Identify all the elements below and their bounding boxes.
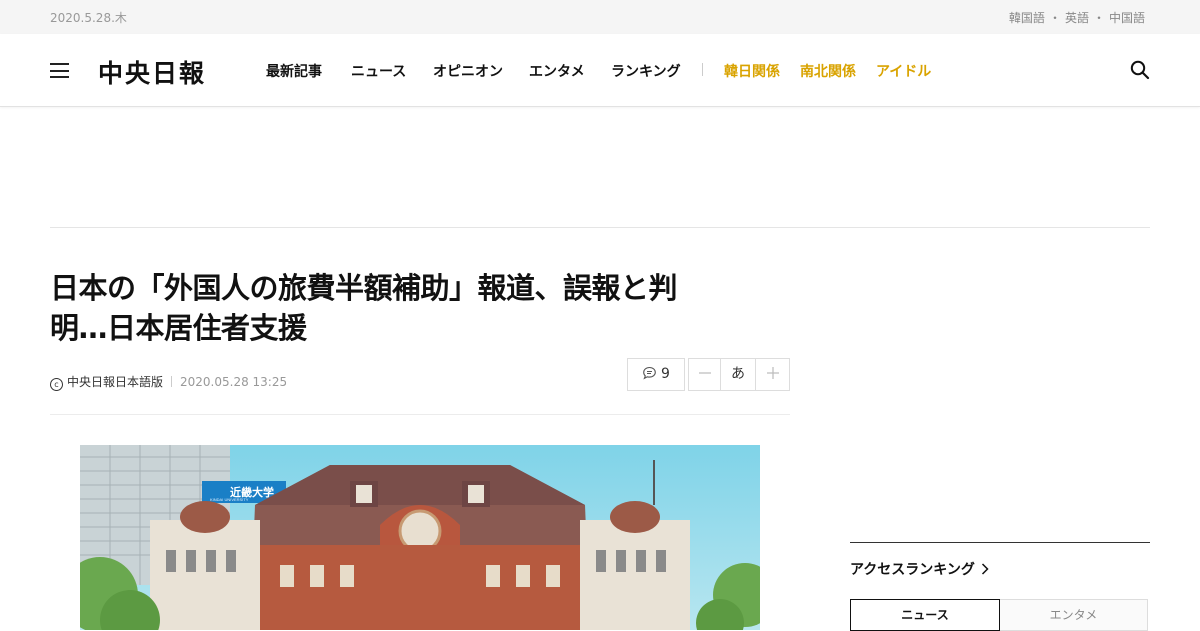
article-title-line1: 日本の「外国人の旅費半額補助」報道、誤報と判 bbox=[50, 271, 678, 305]
ranking-tabs: ニュース エンタメ bbox=[850, 599, 1150, 631]
lang-separator: ・ bbox=[1092, 11, 1105, 25]
nav-item-opinion[interactable]: オピニオン bbox=[433, 61, 503, 81]
comment-icon bbox=[643, 366, 656, 380]
site-logo[interactable]: 中央日報 bbox=[98, 54, 206, 90]
nav-item-north-south[interactable]: 南北関係 bbox=[800, 61, 856, 81]
article-title: 日本の「外国人の旅費半額補助」報道、誤報と判 明…日本居住者支援 bbox=[50, 268, 770, 348]
lang-link-english[interactable]: 英語 bbox=[1065, 11, 1089, 25]
nav-item-idol[interactable]: アイドル bbox=[876, 61, 931, 81]
nav-item-korea-japan[interactable]: 韓日関係 bbox=[724, 61, 780, 81]
top-utility-bar: 2020.5.28.木 韓国語・英語・中国語 bbox=[0, 0, 1200, 34]
ad-area-divider bbox=[50, 227, 1150, 228]
lang-separator: ・ bbox=[1048, 11, 1061, 25]
site-header: 中央日報 最新記事 ニュース オピニオン エンタメ ランキング 韓日関係 南北関… bbox=[0, 34, 1200, 107]
chevron-right-icon bbox=[981, 562, 989, 578]
language-links: 韓国語・英語・中国語 bbox=[1009, 9, 1145, 26]
comment-count: 9 bbox=[661, 366, 670, 382]
nav-divider bbox=[702, 63, 703, 76]
nav-item-entertainment[interactable]: エンタメ bbox=[529, 61, 585, 81]
article-byline: c 中央日報日本語版 2020.05.28 13:25 bbox=[50, 373, 287, 391]
nav-item-latest[interactable]: 最新記事 bbox=[266, 61, 322, 81]
minus-icon bbox=[698, 372, 711, 374]
access-ranking-title: アクセスランキング bbox=[850, 562, 975, 578]
ranking-divider bbox=[850, 542, 1150, 543]
article-source: 中央日報日本語版 bbox=[67, 375, 164, 389]
search-icon[interactable] bbox=[1130, 60, 1150, 80]
access-ranking-heading[interactable]: アクセスランキング bbox=[850, 559, 989, 579]
lang-link-korean[interactable]: 韓国語 bbox=[1009, 11, 1045, 25]
nav-item-ranking[interactable]: ランキング bbox=[611, 61, 681, 81]
article-title-line2: 明…日本居住者支援 bbox=[50, 311, 307, 345]
lang-link-chinese[interactable]: 中国語 bbox=[1109, 11, 1145, 25]
current-date: 2020.5.28.木 bbox=[50, 11, 127, 25]
font-increase-button[interactable] bbox=[755, 358, 790, 391]
article-photo: 近畿大学 KINDAI UNIVERSITY bbox=[80, 445, 760, 630]
byline-divider bbox=[171, 376, 173, 387]
comment-button[interactable]: 9 bbox=[627, 358, 685, 391]
tab-entertainment[interactable]: エンタメ bbox=[1000, 599, 1148, 631]
font-decrease-button[interactable] bbox=[688, 358, 721, 391]
plus-icon bbox=[766, 367, 779, 379]
article-header-divider bbox=[50, 414, 790, 415]
tab-news[interactable]: ニュース bbox=[850, 599, 1000, 631]
article-timestamp: 2020.05.28 13:25 bbox=[180, 375, 288, 389]
photo-sign-subtext: KINDAI UNIVERSITY bbox=[210, 497, 249, 502]
hamburger-icon[interactable] bbox=[50, 63, 69, 78]
nav-item-news[interactable]: ニュース bbox=[351, 61, 406, 81]
font-size-label: あ bbox=[721, 358, 755, 391]
copyright-icon: c bbox=[50, 378, 63, 391]
